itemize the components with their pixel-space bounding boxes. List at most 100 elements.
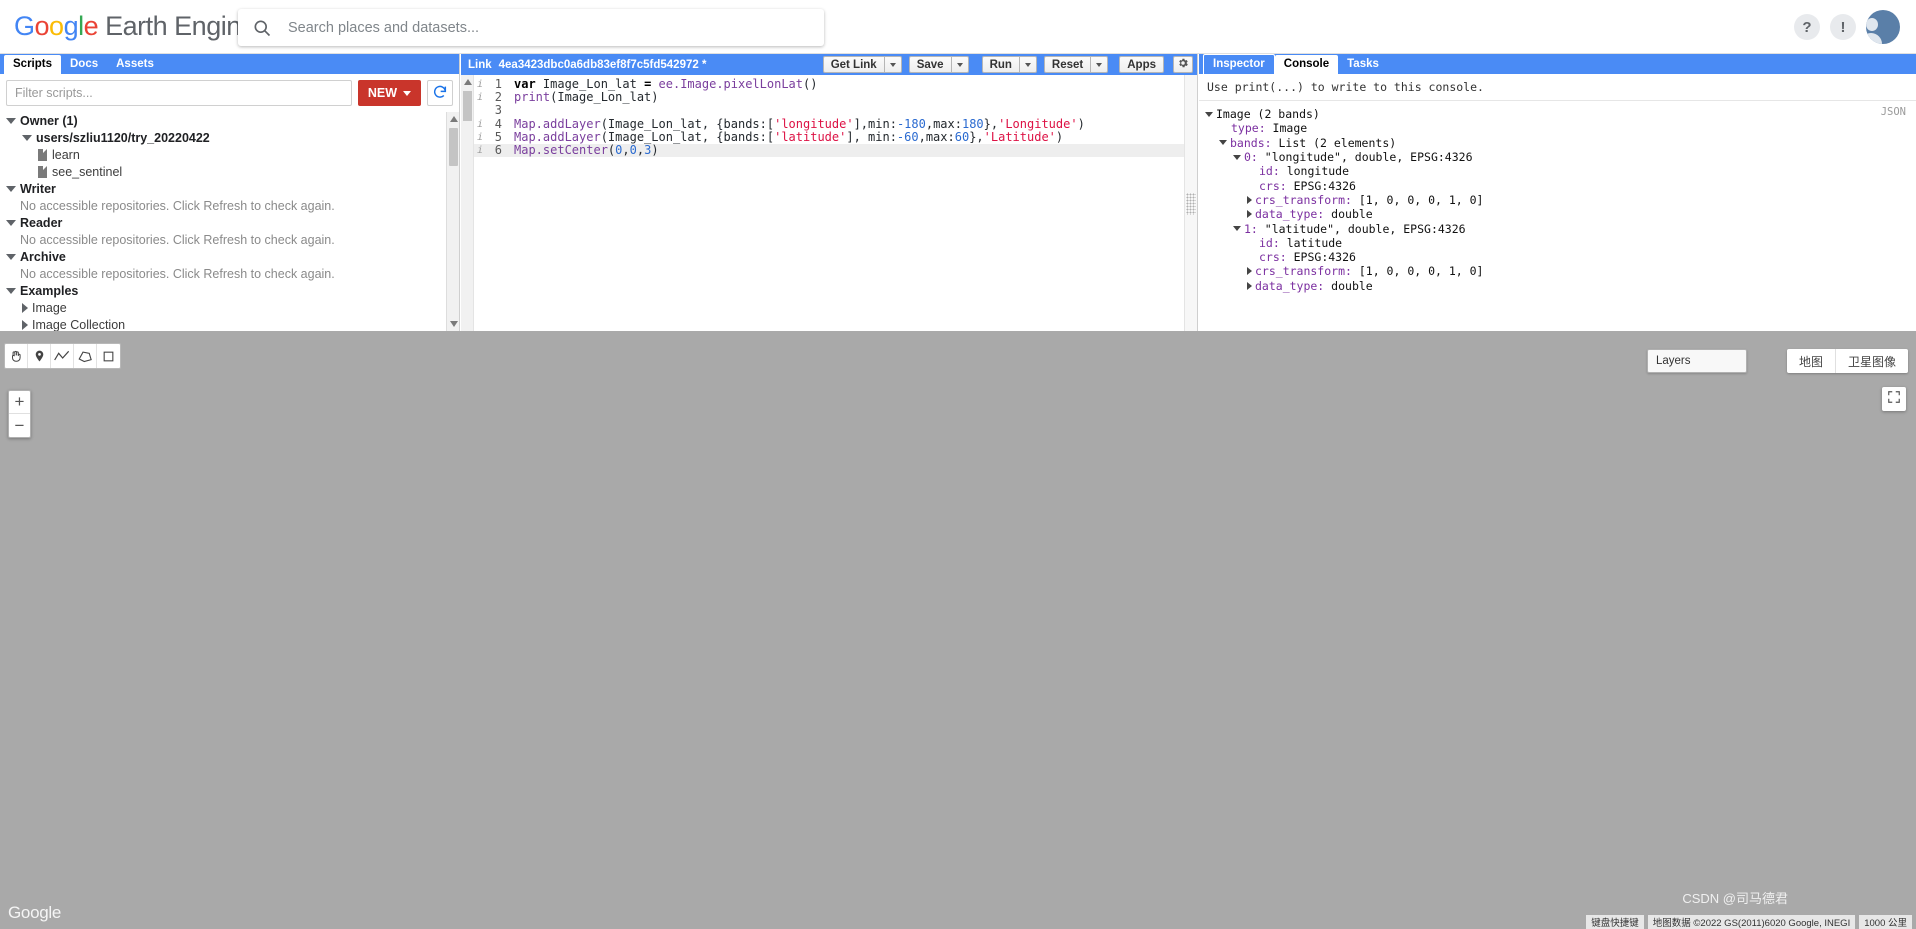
- code-left-scrollbar[interactable]: [461, 75, 474, 331]
- run-button-group[interactable]: Run: [981, 56, 1037, 73]
- console-tree-row[interactable]: data_type: double: [1199, 279, 1916, 293]
- scrollbar-thumb[interactable]: [463, 91, 472, 121]
- search-box[interactable]: [238, 9, 824, 46]
- line-icon[interactable]: [51, 344, 74, 368]
- save-dropdown[interactable]: [951, 56, 969, 73]
- console-tree[interactable]: Image (2 bands) type: Image bands: List (2…: [1199, 101, 1916, 293]
- code-editor-body[interactable]: i 1 var Image_Lon_lat = ee.Image.pixelLonL…: [461, 75, 1197, 331]
- console-tree-row[interactable]: crs_transform: [1, 0, 0, 0, 1, 0]: [1199, 264, 1916, 278]
- code-line[interactable]: i 4 Map.addLayer (Image_Lon_lat, {bands:['l…: [474, 117, 1197, 131]
- console-tree-row[interactable]: crs: EPSG:4326: [1199, 178, 1916, 193]
- chevron-down-icon[interactable]: [1233, 226, 1241, 232]
- rectangle-icon[interactable]: [97, 344, 120, 368]
- code-line[interactable]: i 6 Map.setCenter(0, 0, 3): [474, 143, 1197, 158]
- avatar[interactable]: [1866, 10, 1900, 44]
- chevron-right-icon[interactable]: [1247, 210, 1252, 219]
- tree-group-examples[interactable]: Examples: [0, 282, 459, 299]
- tab-console[interactable]: Console: [1274, 55, 1339, 74]
- console-tree-row[interactable]: Image (2 bands): [1199, 107, 1916, 121]
- chevron-down-icon[interactable]: [1205, 111, 1213, 117]
- examples-item-image-collection[interactable]: Image Collection: [0, 316, 459, 331]
- get-link-dropdown[interactable]: [884, 56, 902, 73]
- code-line[interactable]: i 5 Map.addLayer (Image_Lon_lat, {bands:['l…: [474, 130, 1197, 144]
- notifications-button[interactable]: !: [1830, 14, 1856, 40]
- tree-group-owner[interactable]: Owner (1): [0, 112, 459, 129]
- line-info-icon[interactable]: i: [474, 78, 486, 91]
- console-tree-row[interactable]: 0: "longitude", double, EPSG:4326: [1199, 150, 1916, 164]
- tree-group-reader[interactable]: Reader: [0, 214, 459, 231]
- help-button[interactable]: ?: [1794, 14, 1820, 40]
- chevron-right-icon[interactable]: [1247, 267, 1252, 276]
- tab-tasks[interactable]: Tasks: [1338, 55, 1388, 74]
- script-item-learn[interactable]: learn: [0, 146, 459, 163]
- keyboard-shortcuts-link[interactable]: 键盘快捷键: [1586, 915, 1644, 929]
- zoom-out-button[interactable]: −: [9, 414, 30, 437]
- reset-button-group[interactable]: Reset: [1043, 56, 1109, 73]
- console-tree-row[interactable]: type: Image: [1199, 121, 1916, 135]
- tab-scripts[interactable]: Scripts: [4, 55, 61, 74]
- line-info-icon[interactable]: i: [474, 144, 486, 157]
- hand-icon[interactable]: [5, 344, 28, 368]
- scrollbar-thumb[interactable]: [449, 128, 458, 166]
- filter-scripts-input[interactable]: [6, 80, 352, 106]
- tree-group-writer[interactable]: Writer: [0, 180, 459, 197]
- chevron-down-icon[interactable]: [1219, 140, 1227, 146]
- code-line[interactable]: i 2 print (Image_Lon_lat): [474, 90, 1197, 104]
- console-tree-row[interactable]: crs_transform: [1, 0, 0, 0, 1, 0]: [1199, 193, 1916, 207]
- examples-item-image[interactable]: Image: [0, 299, 459, 316]
- console-tree-row[interactable]: data_type: double: [1199, 207, 1916, 221]
- chevron-right-icon[interactable]: [1247, 195, 1252, 204]
- get-link-button[interactable]: Get Link: [822, 56, 885, 73]
- marker-icon[interactable]: [28, 344, 51, 368]
- chevron-down-icon[interactable]: [1233, 154, 1241, 160]
- line-info-icon[interactable]: i: [474, 91, 486, 104]
- reset-dropdown[interactable]: [1091, 56, 1109, 73]
- new-script-button[interactable]: NEW: [357, 80, 421, 106]
- fullscreen-button[interactable]: [1882, 387, 1906, 411]
- map-type-satellite[interactable]: 卫星图像: [1835, 349, 1908, 373]
- line-info-icon[interactable]: [474, 104, 486, 117]
- reset-button[interactable]: Reset: [1043, 56, 1092, 73]
- console-tree-row[interactable]: bands: List (2 elements): [1199, 136, 1916, 150]
- tab-docs[interactable]: Docs: [61, 55, 107, 74]
- line-info-icon[interactable]: i: [474, 118, 486, 131]
- polygon-icon[interactable]: [74, 344, 97, 368]
- scripts-scrollbar[interactable]: [446, 112, 459, 331]
- console-tree-row[interactable]: id: longitude: [1199, 164, 1916, 178]
- console-tree-row[interactable]: 1: "latitude", double, EPSG:4326: [1199, 221, 1916, 236]
- chevron-right-icon[interactable]: [1247, 281, 1252, 290]
- settings-button[interactable]: [1173, 56, 1193, 73]
- map-canvas[interactable]: + − Layers 地图 卫星图像 Google CSDN @司马德君 键盘快…: [0, 331, 1916, 929]
- map-type-roadmap[interactable]: 地图: [1786, 349, 1836, 373]
- script-link-id: 4ea3423dbc0a6db83ef8f7c5fd542972 *: [498, 58, 707, 71]
- code-lines[interactable]: i 1 var Image_Lon_lat = ee.Image.pixelLonL…: [474, 75, 1197, 331]
- refresh-button[interactable]: [427, 80, 453, 106]
- save-button-group[interactable]: Save: [908, 56, 969, 73]
- tab-assets[interactable]: Assets: [107, 55, 163, 74]
- code-right-scrollbar[interactable]: [1184, 75, 1197, 331]
- tree-group-archive[interactable]: Archive: [0, 248, 459, 265]
- scroll-up-icon[interactable]: [450, 116, 458, 122]
- save-button[interactable]: Save: [908, 56, 952, 73]
- zoom-in-button[interactable]: +: [9, 391, 30, 414]
- tab-inspector[interactable]: Inspector: [1203, 54, 1275, 74]
- get-link-button-group[interactable]: Get Link: [822, 56, 902, 73]
- run-dropdown[interactable]: [1019, 56, 1037, 73]
- scroll-down-icon[interactable]: [450, 321, 458, 327]
- console-output[interactable]: JSON Image (2 bands) type: Image bands: Li…: [1199, 101, 1916, 331]
- tree-repo[interactable]: users/szliu1120/try_20220422: [0, 129, 459, 146]
- console-tree-row[interactable]: crs: EPSG:4326: [1199, 250, 1916, 264]
- google-earth-engine-logo[interactable]: Google Earth Engine: [14, 11, 256, 42]
- group-label-writer: Writer: [20, 181, 56, 196]
- apps-button[interactable]: Apps: [1119, 56, 1164, 73]
- console-tree-row[interactable]: id: latitude: [1199, 236, 1916, 250]
- scroll-up-icon[interactable]: [464, 79, 472, 85]
- line-info-icon[interactable]: i: [474, 131, 486, 144]
- search-input[interactable]: [286, 18, 824, 37]
- run-button[interactable]: Run: [981, 56, 1020, 73]
- json-toggle[interactable]: JSON: [1881, 106, 1906, 118]
- code-line[interactable]: 3: [474, 104, 1197, 117]
- script-item-see-sentinel[interactable]: see_sentinel: [0, 163, 459, 180]
- resize-grip[interactable]: [1186, 193, 1196, 215]
- layers-button[interactable]: Layers: [1647, 349, 1747, 373]
